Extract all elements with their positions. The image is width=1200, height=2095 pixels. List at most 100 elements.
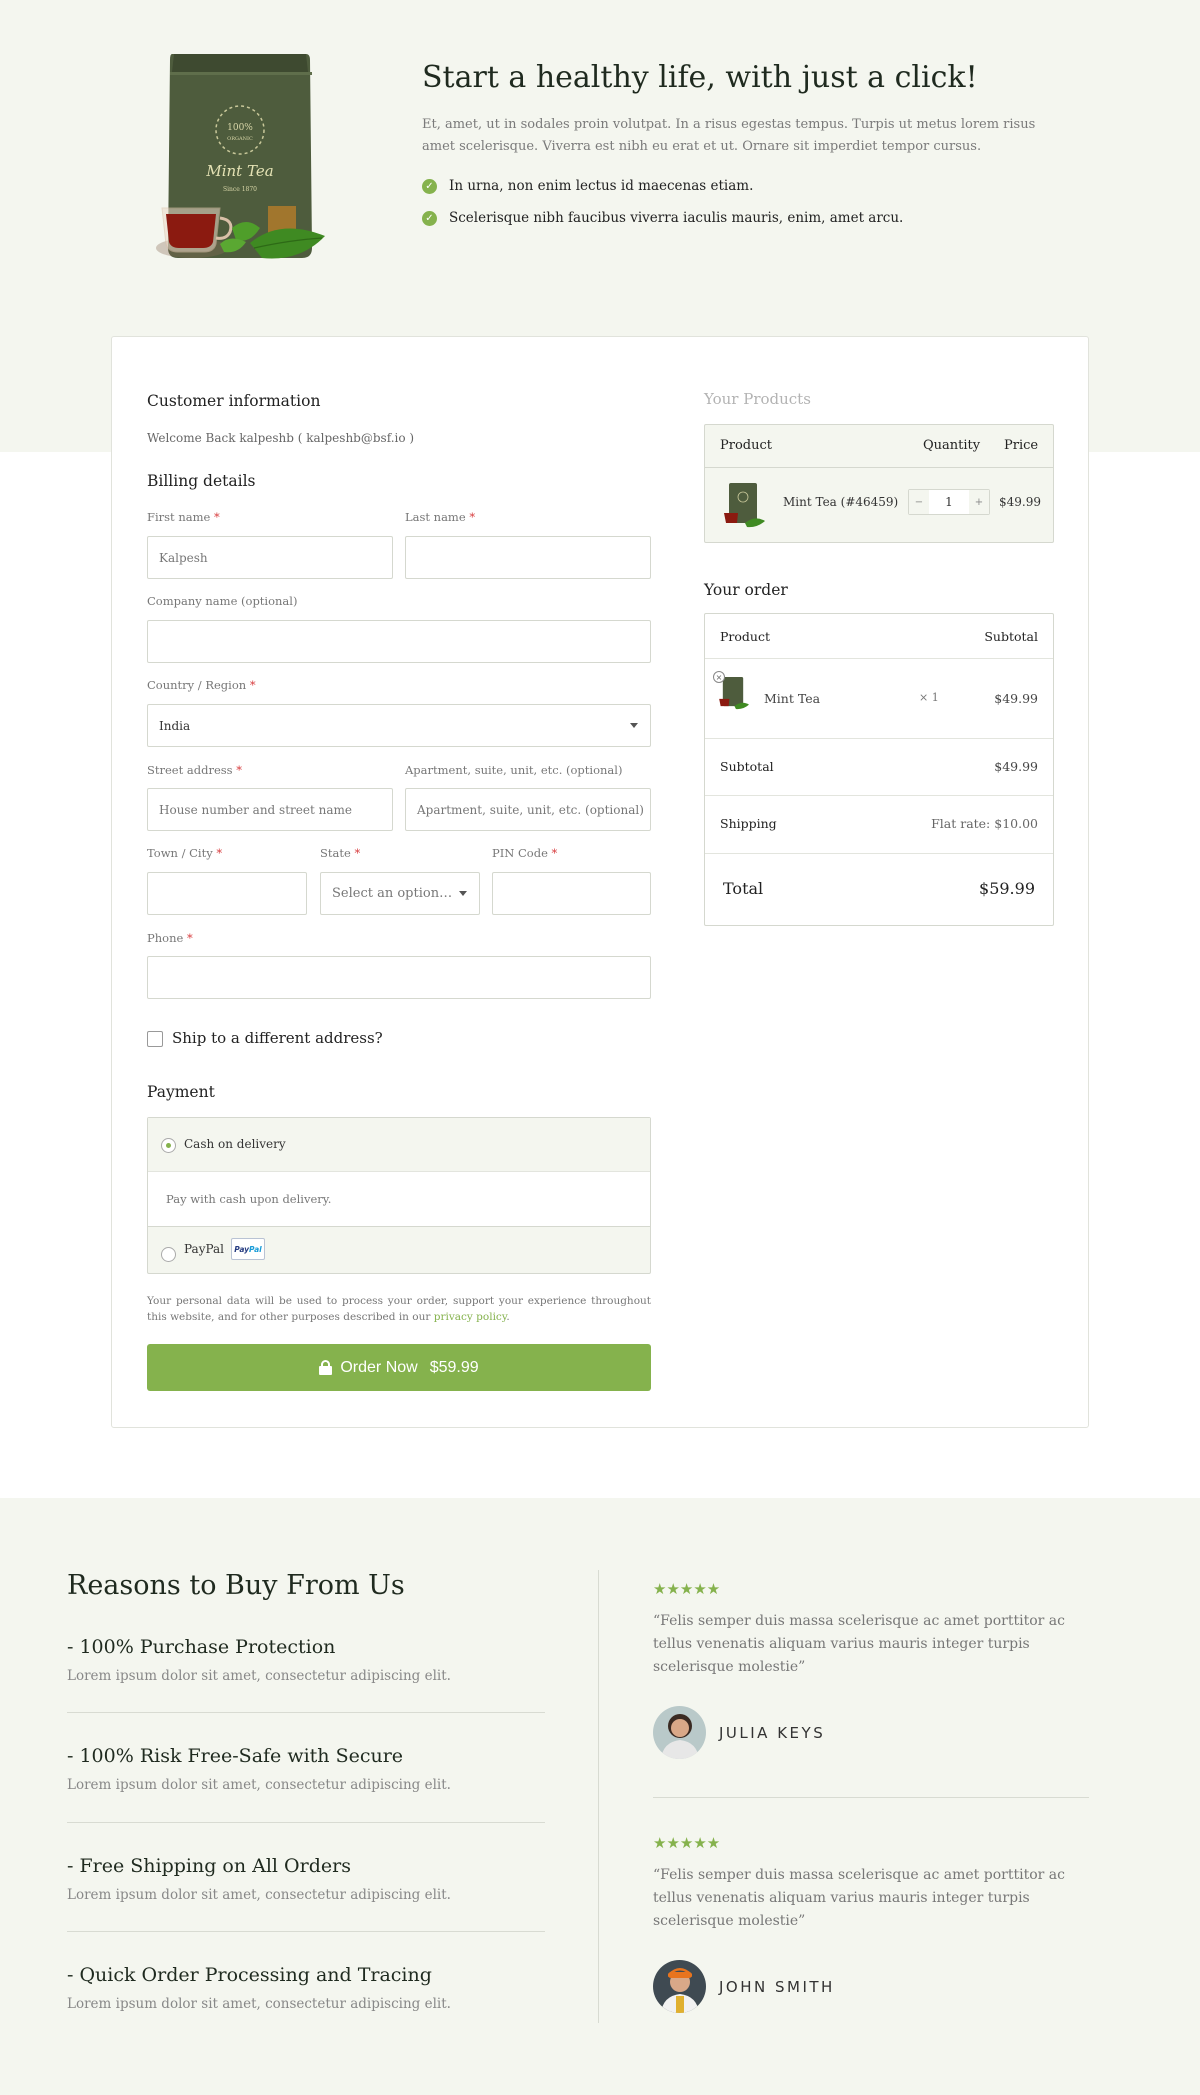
chevron-down-icon xyxy=(459,891,467,896)
last-name-field[interactable] xyxy=(405,536,651,579)
check-circle-icon: ✓ xyxy=(422,210,437,226)
hero-description: Et, amet, ut in sodales proin volutpat. … xyxy=(422,117,1036,154)
country-label: Country / Region * xyxy=(147,678,256,692)
country-select[interactable]: India xyxy=(147,704,651,747)
order-table-header: Product Subtotal xyxy=(705,614,1053,659)
cod-description: Pay with cash upon delivery. xyxy=(166,1192,332,1206)
first-name-label: First name * xyxy=(147,510,220,524)
pin-code-field[interactable] xyxy=(492,872,651,915)
street-address-field[interactable]: House number and street name xyxy=(147,788,393,831)
divider xyxy=(653,1797,1089,1798)
reasons-testimonials-section: Reasons to Buy From Us - 100% Purchase P… xyxy=(0,1498,1200,2095)
remove-item-icon[interactable]: × xyxy=(713,671,725,683)
ship-different-label[interactable]: Ship to a different address? xyxy=(172,1029,383,1047)
paypal-radio[interactable] xyxy=(161,1247,176,1262)
ship-different-checkbox[interactable] xyxy=(147,1031,163,1047)
hero-bullet: ✓ Scelerisque nibh faucibus viverra iacul… xyxy=(422,202,1072,234)
company-field[interactable] xyxy=(147,620,651,663)
reason-text: Lorem ipsum dolor sit amet, consectetur … xyxy=(67,1777,451,1793)
quantity-stepper[interactable]: − 1 + xyxy=(908,489,990,515)
phone-field[interactable] xyxy=(147,956,651,999)
header-price: Price xyxy=(1004,438,1039,453)
lock-icon xyxy=(319,1360,333,1375)
paypal-label[interactable]: PayPal xyxy=(184,1242,224,1256)
hero-section: 100% ORGANIC Mint Tea Since 1870 Start a… xyxy=(0,0,1200,300)
header-product: Product xyxy=(720,629,770,644)
cod-description-panel: Pay with cash upon delivery. xyxy=(148,1172,650,1227)
billing-details-title: Billing details xyxy=(147,472,256,490)
column-divider xyxy=(598,1570,599,2023)
divider xyxy=(67,1822,545,1823)
hero-bullet-text: In urna, non enim lectus id maecenas eti… xyxy=(449,178,754,194)
check-circle-icon: ✓ xyxy=(422,178,437,194)
star-rating-icon: ★★★★★ xyxy=(653,1580,721,1598)
testimonial-quote: “Felis semper duis massa scelerisque ac … xyxy=(653,1613,1065,1675)
product-thumbnail xyxy=(721,481,765,529)
privacy-notice: Your personal data will be used to proce… xyxy=(147,1295,651,1323)
author-name: JOHN SMITH xyxy=(719,1977,835,1996)
pin-label: PIN Code * xyxy=(492,846,558,860)
order-item-row: × Mint Tea × 1 $49.99 xyxy=(705,659,1053,739)
cod-label[interactable]: Cash on delivery xyxy=(184,1137,286,1151)
divider xyxy=(67,1931,545,1932)
testimonial-author: JULIA KEYS xyxy=(653,1706,825,1759)
town-label: Town / City * xyxy=(147,846,223,860)
hero-bullet: ✓ In urna, non enim lectus id maecenas et… xyxy=(422,170,1072,202)
quantity-value[interactable]: 1 xyxy=(929,495,969,509)
product-name: Mint Tea (#46459) xyxy=(783,495,899,509)
state-select[interactable]: Select an option… xyxy=(320,872,480,915)
star-rating-icon: ★★★★★ xyxy=(653,1834,721,1852)
total-value: $59.99 xyxy=(979,879,1035,898)
street-label: Street address * xyxy=(147,763,242,777)
avatar xyxy=(653,1706,706,1759)
checkout-card: Customer information Welcome Back kalpes… xyxy=(111,336,1089,1428)
chevron-down-icon xyxy=(630,723,638,728)
reason-item: - 100% Purchase Protection Lorem ipsum d… xyxy=(67,1636,545,1684)
hero-bullet-list: ✓ In urna, non enim lectus id maecenas et… xyxy=(422,170,1072,234)
order-item-qty: × 1 xyxy=(919,691,939,704)
order-now-button[interactable]: Order Now $59.99 xyxy=(147,1344,651,1391)
order-button-label: Order Now xyxy=(340,1358,418,1376)
welcome-message: Welcome Back kalpeshb ( kalpeshb@bsf.io … xyxy=(147,431,415,445)
reason-item: - Free Shipping on All Orders Lorem ipsu… xyxy=(67,1855,545,1903)
last-name-label: Last name * xyxy=(405,510,476,524)
decrement-button[interactable]: − xyxy=(909,490,929,514)
payment-methods: Cash on delivery Pay with cash upon deli… xyxy=(147,1117,651,1274)
divider xyxy=(67,1712,545,1713)
order-summary-table: Product Subtotal × Mint Tea × 1 $49.99 S… xyxy=(704,613,1054,926)
shipping-row: Shipping Flat rate: $10.00 xyxy=(705,796,1053,854)
apartment-field[interactable]: Apartment, suite, unit, etc. (optional) xyxy=(405,788,651,831)
subtotal-label: Subtotal xyxy=(720,759,774,774)
author-name: JULIA KEYS xyxy=(719,1723,826,1742)
reason-title: - 100% Risk Free-Safe with Secure xyxy=(67,1745,404,1767)
mint-tea-package-image: 100% ORGANIC Mint Tea Since 1870 xyxy=(150,48,340,280)
increment-button[interactable]: + xyxy=(969,490,989,514)
payment-option-cod[interactable]: Cash on delivery xyxy=(148,1118,650,1172)
header-product: Product xyxy=(720,438,772,453)
total-label: Total xyxy=(723,879,764,898)
town-field[interactable] xyxy=(147,872,307,915)
order-item-price: $49.99 xyxy=(994,691,1038,706)
hero-title: Start a healthy life, with just a click! xyxy=(422,60,978,95)
avatar xyxy=(653,1960,706,2013)
reason-title: - 100% Purchase Protection xyxy=(67,1636,336,1658)
privacy-policy-link[interactable]: privacy policy xyxy=(434,1311,507,1323)
order-button-amount: $59.99 xyxy=(429,1358,479,1376)
package-badge: 100% xyxy=(227,123,253,133)
header-quantity: Quantity xyxy=(923,438,981,453)
paypal-logo-icon: Pay Pal xyxy=(231,1238,265,1260)
shipping-value: Flat rate: $10.00 xyxy=(931,816,1038,831)
reason-text: Lorem ipsum dolor sit amet, consectetur … xyxy=(67,1668,451,1684)
company-label: Company name (optional) xyxy=(147,594,298,608)
first-name-field[interactable]: Kalpesh xyxy=(147,536,393,579)
reason-title: - Quick Order Processing and Tracing xyxy=(67,1964,432,1986)
state-label: State * xyxy=(320,846,361,860)
testimonial-quote: “Felis semper duis massa scelerisque ac … xyxy=(653,1867,1065,1929)
your-products-table: Product Quantity Price Mint Tea (#46459)… xyxy=(704,424,1054,543)
reason-text: Lorem ipsum dolor sit amet, consectetur … xyxy=(67,1996,451,2012)
reason-text: Lorem ipsum dolor sit amet, consectetur … xyxy=(67,1887,451,1903)
your-products-title: Your Products xyxy=(704,390,811,408)
cod-radio[interactable] xyxy=(161,1138,176,1153)
reason-item: - 100% Risk Free-Safe with Secure Lorem … xyxy=(67,1745,545,1793)
reason-title: - Free Shipping on All Orders xyxy=(67,1855,351,1877)
